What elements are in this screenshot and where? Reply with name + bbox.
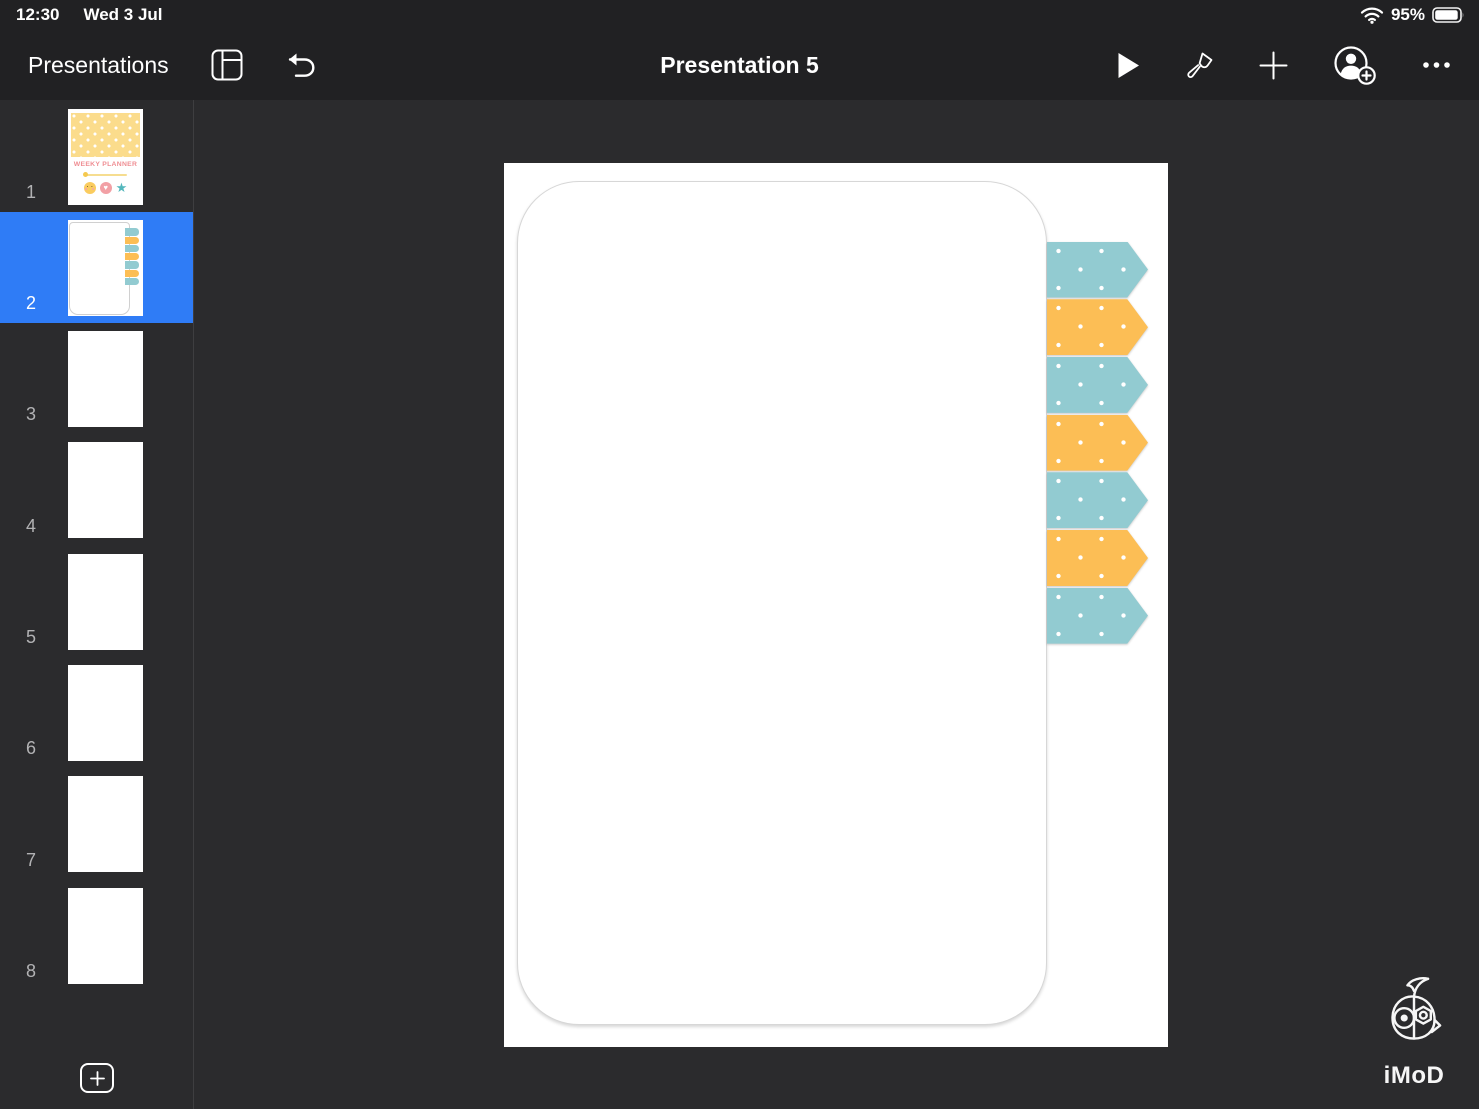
mini-tab bbox=[125, 278, 139, 286]
slide-row-5[interactable]: 5 bbox=[0, 546, 193, 657]
chevron-shape bbox=[1047, 414, 1148, 471]
paintbrush-icon[interactable] bbox=[1184, 50, 1215, 81]
heart-icon: ♥ bbox=[99, 181, 112, 194]
plus-icon[interactable] bbox=[1259, 51, 1288, 80]
slide-number: 7 bbox=[25, 849, 36, 870]
chevron-banner-3[interactable] bbox=[1047, 356, 1148, 413]
slide-number: 8 bbox=[25, 960, 36, 981]
slide-row-1[interactable]: 1 WEEKY PLANNER ♥ ★ bbox=[0, 101, 193, 212]
slide-row-8[interactable]: 8 bbox=[0, 880, 193, 991]
slide-number: 5 bbox=[25, 626, 36, 647]
star-icon: ★ bbox=[115, 180, 128, 195]
status-time: 12:30 bbox=[16, 5, 60, 24]
mini-tab-column bbox=[125, 228, 139, 286]
slide-thumbnail-4[interactable] bbox=[68, 442, 143, 539]
chevron-group bbox=[1047, 241, 1148, 644]
presentations-back-button[interactable]: Presentations bbox=[28, 52, 169, 79]
chevron-shape bbox=[1047, 472, 1148, 529]
toolbar: Presentations Presentation 5 bbox=[0, 30, 1479, 100]
status-date: Wed 3 Jul bbox=[83, 5, 163, 24]
slide-row-2-selected[interactable]: 2 bbox=[0, 211, 193, 324]
chevron-banner-6[interactable] bbox=[1047, 529, 1148, 586]
keynote-app-screen: 12:30 Wed 3 Jul 95% Presentations Presen… bbox=[0, 0, 1479, 1109]
add-slide-button[interactable] bbox=[80, 1063, 114, 1093]
polkadot-banner bbox=[71, 112, 140, 157]
slide-thumbnail-1[interactable]: WEEKY PLANNER ♥ ★ bbox=[68, 108, 143, 205]
ellipsis-icon[interactable] bbox=[1422, 61, 1451, 69]
mini-tab bbox=[125, 253, 139, 261]
mini-rounded-page bbox=[68, 222, 130, 316]
emoji-face-icon bbox=[83, 181, 96, 194]
mini-tab bbox=[125, 269, 139, 278]
mini-tab bbox=[125, 236, 139, 244]
slide-thumbnail-3[interactable] bbox=[68, 331, 143, 428]
chevron-banner-2[interactable] bbox=[1047, 299, 1148, 356]
battery-icon bbox=[1432, 7, 1465, 23]
wifi-icon bbox=[1360, 6, 1384, 24]
slide-list: 1 WEEKY PLANNER ♥ ★ 2 3 4 5 6 7 8 bbox=[0, 101, 193, 991]
slide-thumbnail-8[interactable] bbox=[68, 887, 143, 984]
slide-navigator-icon[interactable] bbox=[211, 49, 243, 81]
chevron-banner-4[interactable] bbox=[1047, 414, 1148, 471]
mini-tab bbox=[125, 261, 139, 269]
play-icon[interactable] bbox=[1117, 52, 1140, 79]
status-bar: 12:30 Wed 3 Jul 95% bbox=[0, 0, 1479, 30]
toolbar-right bbox=[1117, 30, 1451, 100]
slide-thumbnail-7[interactable] bbox=[68, 776, 143, 873]
chevron-banner-7[interactable] bbox=[1047, 587, 1148, 644]
status-right: 95% bbox=[1360, 5, 1465, 25]
rounded-rectangle-shape[interactable] bbox=[517, 181, 1047, 1025]
status-left: 12:30 Wed 3 Jul bbox=[14, 5, 163, 25]
cover-title: WEEKY PLANNER bbox=[73, 160, 138, 168]
slide-editing-canvas[interactable] bbox=[504, 163, 1168, 1047]
slide-row-7[interactable]: 7 bbox=[0, 768, 193, 879]
slide-number: 4 bbox=[25, 515, 36, 536]
slide-number: 3 bbox=[25, 404, 36, 425]
slide-row-6[interactable]: 6 bbox=[0, 657, 193, 768]
slide-thumbnail-6[interactable] bbox=[68, 664, 143, 761]
slide-row-3[interactable]: 3 bbox=[0, 323, 193, 434]
chevron-shape bbox=[1047, 587, 1148, 644]
imod-watermark: iMoD bbox=[1378, 976, 1450, 1090]
chevron-shape bbox=[1047, 299, 1148, 356]
battery-percent: 95% bbox=[1390, 5, 1425, 24]
slide-thumbnail-2[interactable] bbox=[68, 219, 143, 316]
slide-thumbnail-5[interactable] bbox=[68, 553, 143, 650]
slide-navigator-sidebar: 1 WEEKY PLANNER ♥ ★ 2 3 4 5 6 7 8 bbox=[0, 100, 194, 1109]
mini-tab bbox=[125, 228, 139, 236]
header: 12:30 Wed 3 Jul 95% Presentations Presen… bbox=[0, 0, 1479, 100]
slide-number: 2 bbox=[25, 293, 36, 314]
slide-number: 1 bbox=[25, 181, 36, 202]
add-people-icon[interactable] bbox=[1332, 44, 1378, 86]
chevron-shape bbox=[1047, 356, 1148, 413]
watermark-label: iMoD bbox=[1383, 1062, 1445, 1089]
slide-number: 6 bbox=[25, 738, 36, 759]
cover-icons: ♥ ★ bbox=[68, 180, 143, 196]
undo-icon[interactable] bbox=[285, 51, 317, 79]
slide-row-4[interactable]: 4 bbox=[0, 434, 193, 545]
toolbar-left: Presentations bbox=[28, 30, 317, 100]
chevron-shape bbox=[1047, 529, 1148, 586]
cover-divider bbox=[83, 172, 127, 177]
mini-tab bbox=[125, 244, 139, 253]
imod-owl-logo-icon bbox=[1384, 976, 1444, 1060]
chevron-shape bbox=[1047, 241, 1148, 298]
chevron-banner-1[interactable] bbox=[1047, 241, 1148, 298]
chevron-banner-5[interactable] bbox=[1047, 472, 1148, 529]
